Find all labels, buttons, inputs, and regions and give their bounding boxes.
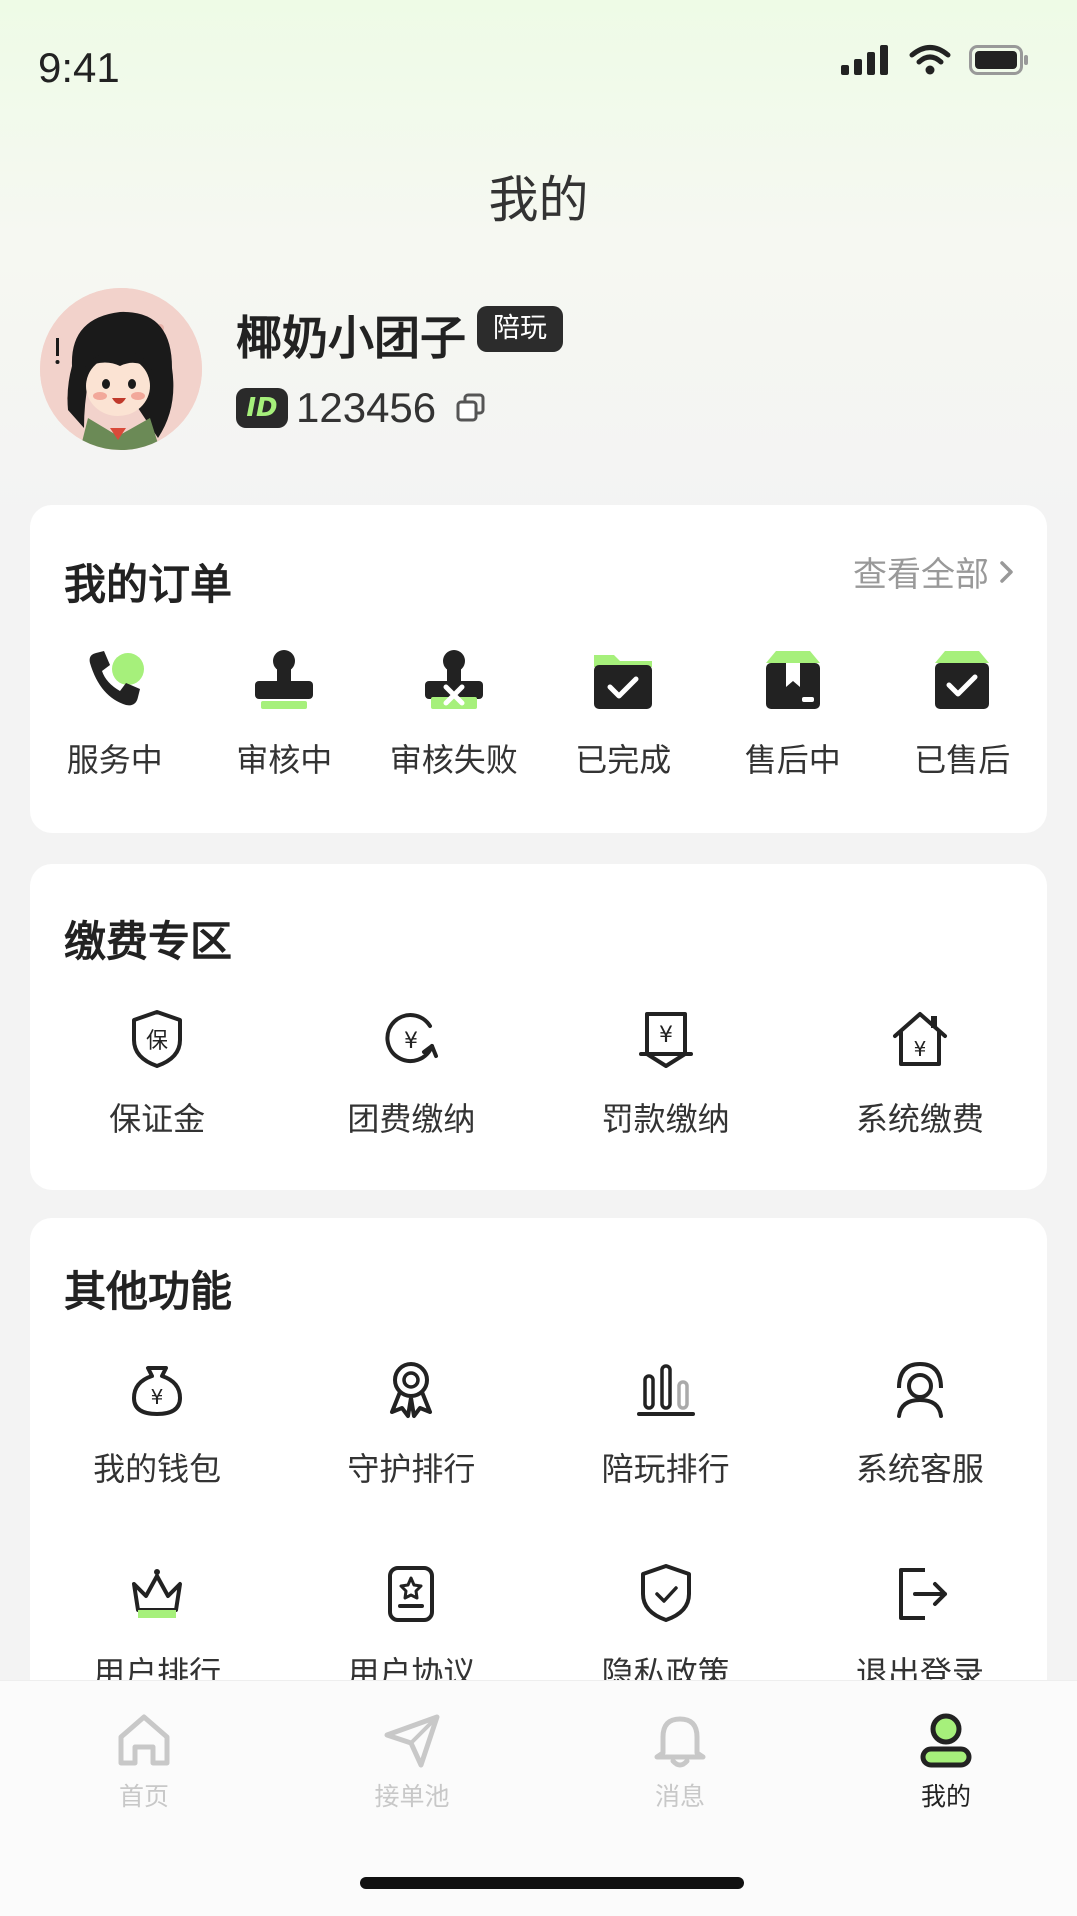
other-functions-card: 其他功能 ¥ 我的钱包 守护排行 陪玩排行 系统客服 用户排行 用户协议 隐私政… [30, 1218, 1047, 1738]
wifi-icon [909, 45, 951, 75]
user-icon [920, 1713, 972, 1768]
order-review-failed[interactable]: 审核失败 [369, 645, 539, 781]
team-fee-label: 团费缴纳 [347, 1100, 476, 1138]
completed-icon [588, 645, 658, 715]
user-id-row: ID 123456 [236, 380, 488, 436]
order-after-sale-label: 售后中 [744, 741, 841, 779]
battery-icon [969, 45, 1028, 75]
signal-icon [841, 45, 888, 75]
svg-text:¥: ¥ [914, 1037, 927, 1061]
team-fee-entry[interactable]: ¥ 团费缴纳 [284, 1004, 538, 1140]
nickname: 椰奶小团子 [236, 311, 466, 365]
tab-mine-label: 我的 [920, 1782, 971, 1811]
tab-home[interactable]: 首页 [64, 1711, 224, 1813]
order-after-sale[interactable]: 售后中 [708, 645, 878, 781]
after-sale-icon [758, 645, 828, 715]
order-status-grid: 服务中 审核中 审核失败 已完成 售后中 已售后 [30, 645, 1047, 781]
svg-text:保: 保 [146, 1029, 168, 1054]
agreement-icon [376, 1558, 446, 1628]
companion-rank-label: 陪玩排行 [601, 1450, 730, 1488]
status-bar: 9:41 [0, 0, 1077, 120]
order-after-sale-done-label: 已售后 [914, 741, 1011, 779]
send-icon [384, 1714, 440, 1768]
bell-icon [654, 1716, 706, 1768]
user-id-value: 123456 [296, 384, 437, 431]
status-time: 9:41 [38, 44, 120, 91]
id-badge: ID [236, 388, 288, 428]
orders-title: 我的订单 [64, 560, 233, 609]
system-fee-label: 系统缴费 [855, 1100, 984, 1138]
other-title: 其他功能 [64, 1267, 233, 1316]
bar-chart-icon [631, 1354, 701, 1424]
crown-icon [122, 1558, 192, 1628]
order-under-review-label: 审核中 [236, 741, 333, 779]
guardian-rank-label: 守护排行 [347, 1450, 476, 1488]
view-all-orders-link[interactable]: 查看全部 [853, 547, 1017, 596]
guardian-rank-entry[interactable]: 守护排行 [284, 1354, 538, 1490]
after-sale-done-icon [927, 645, 997, 715]
payment-grid: 保 保证金 ¥ 团费缴纳 ¥ 罚款缴纳 ¥ 系统缴费 [30, 1004, 1047, 1140]
privacy-shield-icon [631, 1558, 701, 1628]
avatar[interactable] [40, 288, 202, 450]
user-agreement-entry[interactable]: 用户协议 [284, 1558, 538, 1694]
tab-messages-label: 消息 [654, 1782, 705, 1811]
team-fee-icon: ¥ [376, 1004, 446, 1074]
page-title: 我的 [488, 171, 589, 229]
fine-entry[interactable]: ¥ 罚款缴纳 [539, 1004, 793, 1140]
other-grid-row-1: ¥ 我的钱包 守护排行 陪玩排行 系统客服 [30, 1354, 1047, 1490]
review-pending-icon [249, 645, 319, 715]
svg-text:¥: ¥ [151, 1385, 164, 1409]
order-review-failed-label: 审核失败 [389, 741, 518, 779]
wallet-label: 我的钱包 [93, 1450, 222, 1488]
copy-icon[interactable] [454, 391, 488, 425]
companion-rank-entry[interactable]: 陪玩排行 [539, 1354, 793, 1490]
order-in-service-label: 服务中 [66, 741, 163, 779]
svg-text:¥: ¥ [659, 1023, 673, 1048]
order-under-review[interactable]: 审核中 [200, 645, 370, 781]
profile-screen: 9:41 我的 椰奶小团子 陪玩 ID 123456 我的订单 查看全部 服务中… [0, 0, 1077, 1916]
headset-icon [885, 1354, 955, 1424]
home-indicator [360, 1877, 744, 1889]
orders-card: 我的订单 查看全部 服务中 审核中 审核失败 已完成 售后中 已售后 [30, 505, 1047, 833]
home-icon [118, 1714, 170, 1766]
privacy-policy-entry[interactable]: 隐私政策 [539, 1558, 793, 1694]
role-tag: 陪玩 [477, 306, 563, 352]
order-after-sale-done[interactable]: 已售后 [878, 645, 1048, 781]
chevron-right-icon [1000, 560, 1013, 583]
tab-home-label: 首页 [118, 1782, 169, 1811]
deposit-label: 保证金 [109, 1100, 206, 1138]
system-fee-icon: ¥ [885, 1004, 955, 1074]
deposit-shield-icon: 保 [122, 1004, 192, 1074]
order-completed[interactable]: 已完成 [539, 645, 709, 781]
other-grid-row-2: 用户排行 用户协议 隐私政策 退出登录 [30, 1558, 1047, 1694]
medal-icon [376, 1354, 446, 1424]
wallet-entry[interactable]: ¥ 我的钱包 [30, 1354, 284, 1490]
phone-icon [80, 645, 150, 715]
view-all-label: 查看全部 [853, 555, 989, 595]
customer-service-label: 系统客服 [855, 1450, 984, 1488]
logout-icon [885, 1558, 955, 1628]
logout-entry[interactable]: 退出登录 [793, 1558, 1047, 1694]
payment-title: 缴费专区 [64, 917, 233, 966]
status-icons [841, 44, 1029, 76]
tab-messages[interactable]: 消息 [600, 1711, 760, 1813]
svg-text:¥: ¥ [404, 1029, 418, 1054]
order-completed-label: 已完成 [575, 741, 672, 779]
profile-header: 椰奶小团子 陪玩 ID 123456 [40, 288, 1037, 458]
payment-card: 缴费专区 保 保证金 ¥ 团费缴纳 ¥ 罚款缴纳 ¥ 系统缴费 [30, 864, 1047, 1190]
user-rank-entry[interactable]: 用户排行 [30, 1558, 284, 1694]
wallet-icon: ¥ [122, 1354, 192, 1424]
fine-icon: ¥ [631, 1004, 701, 1074]
deposit-entry[interactable]: 保 保证金 [30, 1004, 284, 1140]
system-fee-entry[interactable]: ¥ 系统缴费 [793, 1004, 1047, 1140]
customer-service-entry[interactable]: 系统客服 [793, 1354, 1047, 1490]
tab-mine[interactable]: 我的 [866, 1711, 1026, 1813]
tab-order-pool-label: 接单池 [374, 1782, 450, 1811]
avatar-illustration [40, 288, 202, 450]
tab-order-pool[interactable]: 接单池 [332, 1711, 492, 1813]
fine-label: 罚款缴纳 [601, 1100, 730, 1138]
order-in-service[interactable]: 服务中 [30, 645, 200, 781]
review-failed-icon [419, 645, 489, 715]
